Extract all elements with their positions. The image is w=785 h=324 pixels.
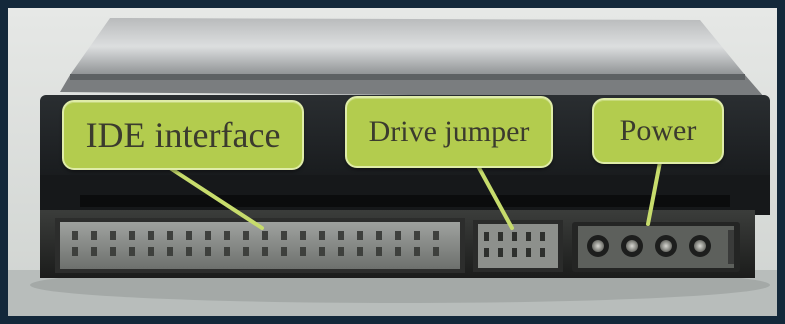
jumper-pin [526,248,531,257]
jumper-pin [498,232,503,241]
ide-pin [224,231,230,240]
ide-pin [300,231,306,240]
jumper-pin [512,232,517,241]
ide-pin [110,231,116,240]
ide-pin [243,231,249,240]
ide-pin [395,231,401,240]
jumper-pin [498,248,503,257]
jumper-pin [526,232,531,241]
ide-pin [224,247,230,256]
ide-pin [72,231,78,240]
ide-pin [167,247,173,256]
ide-pin [338,231,344,240]
photo-frame: IDE interface Drive jumper Power [0,0,785,324]
ide-pin [186,231,192,240]
ide-interface-callout: IDE interface [62,100,304,170]
ide-pin [129,231,135,240]
ide-pin [148,231,154,240]
ide-pin [395,247,401,256]
ide-pin [433,247,439,256]
ide-pin [300,247,306,256]
ide-pin [433,231,439,240]
ide-pin [338,247,344,256]
ide-pin [414,231,420,240]
ide-pin [72,247,78,256]
jumper-pin [540,232,545,241]
ide-pin [186,247,192,256]
ide-pin [110,247,116,256]
drive-jumper-label: Drive jumper [368,115,530,148]
power-label: Power [619,114,697,147]
ide-pin [167,231,173,240]
ide-pin [243,247,249,256]
ide-pin [148,247,154,256]
ide-pin [91,231,97,240]
ide-pin [91,247,97,256]
ide-pin [205,231,211,240]
ide-pin [281,247,287,256]
jumper-pin [540,248,545,257]
ide-pin [357,231,363,240]
ide-pin [376,231,382,240]
ide-pin [376,247,382,256]
ide-pin [262,231,268,240]
ide-pin [281,231,287,240]
ide-pin [319,231,325,240]
ide-pin [319,247,325,256]
ide-pin [262,247,268,256]
ide-pin [129,247,135,256]
ide-interface-label: IDE interface [85,115,281,155]
ide-pin [357,247,363,256]
ide-pin [205,247,211,256]
jumper-pin [512,248,517,257]
ide-pin [414,247,420,256]
jumper-pin [484,232,489,241]
power-callout: Power [592,98,724,164]
jumper-pin [484,248,489,257]
drive-jumper-callout: Drive jumper [345,96,553,168]
